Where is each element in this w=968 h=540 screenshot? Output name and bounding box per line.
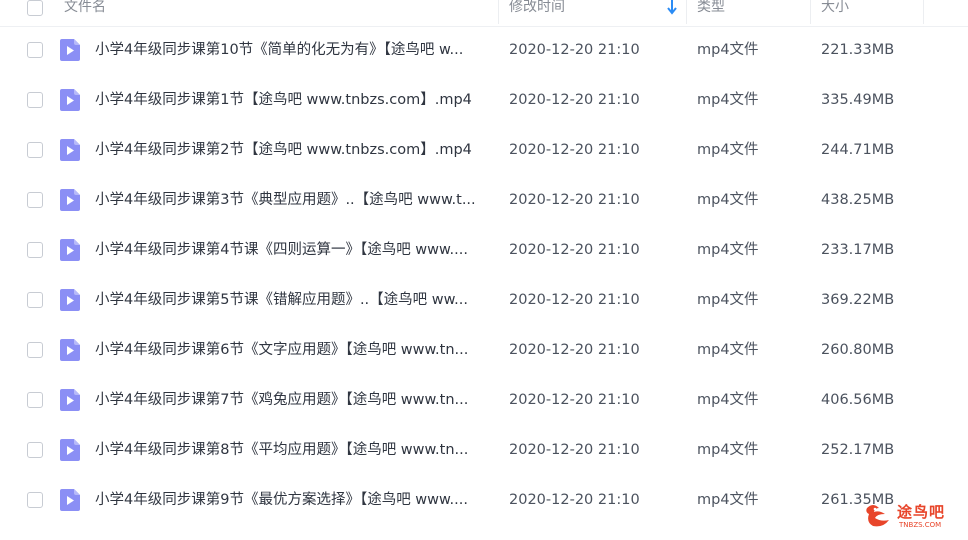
select-all-checkbox[interactable] [27,0,43,16]
file-name[interactable]: 小学4年级同步课第1节【途鸟吧 www.tnbzs.com】.mp4 [95,75,490,125]
file-modified-time: 2020-12-20 21:10 [509,42,640,58]
file-row[interactable]: 小学4年级同步课第10节《简单的化无为有》【途鸟吧 w... 2020-12-20… [0,25,968,75]
file-row[interactable]: 小学4年级同步课第7节《鸡兔应用题》【途鸟吧 www.tn... 2020-12-… [0,375,968,425]
row-checkbox[interactable] [27,42,43,58]
file-modified-time: 2020-12-20 21:10 [509,242,640,258]
file-name[interactable]: 小学4年级同步课第6节《文字应用题》【途鸟吧 www.tn... [95,325,490,375]
file-type: mp4文件 [697,192,759,208]
file-type: mp4文件 [697,492,759,508]
video-file-icon [60,239,80,261]
column-header-size[interactable]: 大小 [821,0,849,26]
file-list-header: 文件名 修改时间 类型 大小 [0,0,968,27]
file-modified-time: 2020-12-20 21:10 [509,92,640,108]
row-checkbox[interactable] [27,242,43,258]
video-file-icon [60,489,80,511]
file-type: mp4文件 [697,242,759,258]
file-type: mp4文件 [697,42,759,58]
file-size: 233.17MB [821,242,895,258]
video-file-icon [60,439,80,461]
file-row[interactable]: 小学4年级同步课第6节《文字应用题》【途鸟吧 www.tn... 2020-12-… [0,325,968,375]
row-checkbox[interactable] [27,342,43,358]
row-checkbox[interactable] [27,392,43,408]
column-divider[interactable] [923,0,924,24]
video-file-icon [60,289,80,311]
file-name[interactable]: 小学4年级同步课第7节《鸡兔应用题》【途鸟吧 www.tn... [95,375,490,425]
watermark-logo: 途鸟吧 TNBZS.COM [863,498,958,534]
file-row[interactable]: 小学4年级同步课第9节《最优方案选择》【途鸟吧 www.... 2020-12-2… [0,475,968,525]
file-size: 335.49MB [821,92,895,108]
column-divider[interactable] [498,0,499,24]
file-modified-time: 2020-12-20 21:10 [509,392,640,408]
video-file-icon [60,89,80,111]
file-name[interactable]: 小学4年级同步课第8节《平均应用题》【途鸟吧 www.tn... [95,425,490,475]
file-name[interactable]: 小学4年级同步课第10节《简单的化无为有》【途鸟吧 w... [95,25,490,75]
file-row[interactable]: 小学4年级同步课第1节【途鸟吧 www.tnbzs.com】.mp4 2020-1… [0,75,968,125]
file-name[interactable]: 小学4年级同步课第4节课《四则运算一》【途鸟吧 www.... [95,225,490,275]
file-type: mp4文件 [697,292,759,308]
row-checkbox[interactable] [27,442,43,458]
row-checkbox[interactable] [27,142,43,158]
file-size: 406.56MB [821,392,895,408]
file-row[interactable]: 小学4年级同步课第4节课《四则运算一》【途鸟吧 www.... 2020-12-2… [0,225,968,275]
file-type: mp4文件 [697,392,759,408]
row-checkbox[interactable] [27,292,43,308]
column-divider[interactable] [810,0,811,24]
file-type: mp4文件 [697,342,759,358]
file-name[interactable]: 小学4年级同步课第2节【途鸟吧 www.tnbzs.com】.mp4 [95,125,490,175]
file-modified-time: 2020-12-20 21:10 [509,192,640,208]
file-row[interactable]: 小学4年级同步课第5节课《错解应用题》..【途鸟吧 ww... 2020-12-2… [0,275,968,325]
file-type: mp4文件 [697,92,759,108]
file-list: 文件名 修改时间 类型 大小 小学4年级同步课第10节《简单的化无为有》【途鸟吧… [0,0,968,540]
video-file-icon [60,339,80,361]
file-size: 252.17MB [821,442,895,458]
file-modified-time: 2020-12-20 21:10 [509,492,640,508]
file-size: 260.80MB [821,342,895,358]
column-header-name[interactable]: 文件名 [64,0,106,26]
video-file-icon [60,39,80,61]
row-checkbox[interactable] [27,192,43,208]
file-size: 369.22MB [821,292,895,308]
file-modified-time: 2020-12-20 21:10 [509,342,640,358]
file-size: 221.33MB [821,42,895,58]
file-row[interactable]: 小学4年级同步课第3节《典型应用题》..【途鸟吧 www.t... 2020-12… [0,175,968,225]
video-file-icon [60,389,80,411]
row-checkbox[interactable] [27,492,43,508]
file-name[interactable]: 小学4年级同步课第9节《最优方案选择》【途鸟吧 www.... [95,475,490,525]
column-divider[interactable] [686,0,687,24]
bird-logo-icon [866,505,889,527]
watermark-text: 途鸟吧 [897,503,946,521]
file-size: 438.25MB [821,192,895,208]
column-header-type[interactable]: 类型 [697,0,725,26]
file-modified-time: 2020-12-20 21:10 [509,442,640,458]
file-modified-time: 2020-12-20 21:10 [509,142,640,158]
video-file-icon [60,139,80,161]
watermark-subtext: TNBZS.COM [899,521,942,529]
sort-down-arrow-icon[interactable] [665,0,679,17]
file-name[interactable]: 小学4年级同步课第5节课《错解应用题》..【途鸟吧 ww... [95,275,490,325]
video-file-icon [60,189,80,211]
file-type: mp4文件 [697,442,759,458]
file-name[interactable]: 小学4年级同步课第3节《典型应用题》..【途鸟吧 www.t... [95,175,490,225]
column-header-modified[interactable]: 修改时间 [509,0,565,26]
file-type: mp4文件 [697,142,759,158]
file-row[interactable]: 小学4年级同步课第2节【途鸟吧 www.tnbzs.com】.mp4 2020-1… [0,125,968,175]
file-size: 244.71MB [821,142,895,158]
file-modified-time: 2020-12-20 21:10 [509,292,640,308]
row-checkbox[interactable] [27,92,43,108]
file-row[interactable]: 小学4年级同步课第8节《平均应用题》【途鸟吧 www.tn... 2020-12-… [0,425,968,475]
